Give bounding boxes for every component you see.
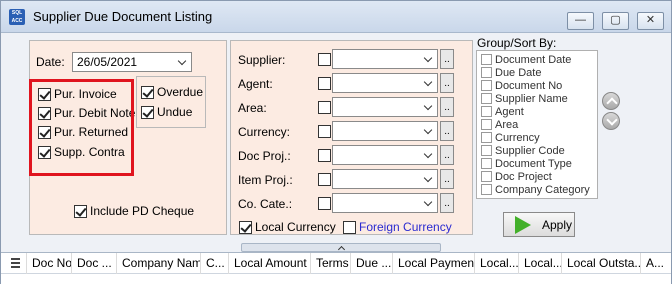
- chevron-down-icon: [424, 50, 434, 68]
- column-header-a[interactable]: A...: [641, 253, 671, 275]
- column-header-local-2[interactable]: Local...: [519, 253, 562, 275]
- area-checkbox[interactable]: [318, 101, 331, 114]
- doc-proj-label: Doc Proj.:: [238, 149, 291, 163]
- undue-checkbox[interactable]: [141, 106, 154, 119]
- list-item[interactable]: Doc Project: [481, 171, 552, 184]
- list-item[interactable]: Currency: [481, 132, 540, 145]
- list-item[interactable]: Agent: [481, 106, 524, 119]
- play-icon: [515, 216, 531, 234]
- agent-checkbox[interactable]: [318, 77, 331, 90]
- undue-label: Undue: [157, 105, 193, 119]
- chevron-down-icon: [424, 74, 434, 92]
- list-item[interactable]: Area: [481, 119, 518, 132]
- currency-browse-button[interactable]: ..: [440, 121, 454, 141]
- menu-lines-icon: [11, 258, 20, 268]
- supplier-browse-button[interactable]: ..: [440, 49, 454, 69]
- currency-label: Currency:: [238, 125, 291, 139]
- column-header-currency[interactable]: C...: [201, 253, 229, 275]
- agent-browse-button[interactable]: ..: [440, 73, 454, 93]
- group-sort-title: Group/Sort By:: [477, 36, 557, 50]
- doc-proj-checkbox[interactable]: [318, 149, 331, 162]
- include-pd-cheque-label: Include PD Cheque: [90, 204, 195, 218]
- chevron-down-icon: [424, 170, 434, 188]
- item-proj-label: Item Proj.:: [238, 173, 293, 187]
- include-pd-cheque-checkbox[interactable]: [74, 205, 87, 218]
- doc-proj-select[interactable]: [332, 145, 438, 165]
- collapse-splitter-handle[interactable]: [241, 243, 441, 252]
- filter-area: Date: 26/05/2021 Pur. Invoice Pur. Debit…: [11, 34, 663, 244]
- currency-checkbox[interactable]: [318, 125, 331, 138]
- area-select[interactable]: [332, 97, 438, 117]
- co-cate-select[interactable]: [332, 193, 438, 213]
- list-item[interactable]: Document Type: [481, 158, 572, 171]
- overdue-label: Overdue: [157, 85, 204, 99]
- column-header-local-outstanding[interactable]: Local Outsta...: [562, 253, 641, 275]
- currency-select[interactable]: [332, 121, 438, 141]
- overdue-checkbox[interactable]: [141, 86, 154, 99]
- list-item[interactable]: Company Category: [481, 184, 590, 197]
- local-currency-label: Local Currency: [255, 220, 336, 234]
- supplier-due-document-listing-window: SQL ACC Supplier Due Document Listing — …: [0, 0, 672, 284]
- column-chooser-button[interactable]: [1, 253, 27, 275]
- supplier-label: Supplier:: [238, 53, 286, 67]
- grid-body[interactable]: [1, 274, 671, 284]
- column-header-doc-no[interactable]: Doc No: [27, 253, 72, 275]
- area-browse-button[interactable]: ..: [440, 97, 454, 117]
- item-proj-checkbox[interactable]: [318, 173, 331, 186]
- doc-proj-browse-button[interactable]: ..: [440, 145, 454, 165]
- apply-button[interactable]: Apply: [503, 212, 575, 237]
- due-status-group: [136, 76, 206, 128]
- arrow-up-icon[interactable]: [602, 92, 620, 110]
- foreign-currency-label: Foreign Currency: [359, 220, 452, 234]
- doc-type-highlight: [29, 79, 134, 176]
- close-button[interactable]: ✕: [637, 12, 664, 30]
- co-cate-browse-button[interactable]: ..: [440, 193, 454, 213]
- column-header-doc-date[interactable]: Doc ...: [72, 253, 117, 275]
- chevron-down-icon: [424, 122, 434, 140]
- foreign-currency-checkbox[interactable]: [343, 221, 356, 234]
- co-cate-checkbox[interactable]: [318, 197, 331, 210]
- column-header-local-amount[interactable]: Local Amount: [229, 253, 311, 275]
- list-item[interactable]: Supplier Name: [481, 93, 568, 106]
- app-logo-icon: SQL ACC: [9, 9, 25, 25]
- chevron-down-icon: [424, 98, 434, 116]
- maximize-button[interactable]: ▢: [602, 12, 629, 30]
- grid-header: Doc No Doc ... Company Name C... Local A…: [1, 252, 671, 275]
- minimize-button[interactable]: —: [567, 12, 594, 30]
- date-picker[interactable]: 26/05/2021: [72, 52, 192, 72]
- chevron-down-icon: [178, 53, 188, 71]
- item-proj-browse-button[interactable]: ..: [440, 169, 454, 189]
- column-header-due-date[interactable]: Due ...: [351, 253, 393, 275]
- co-cate-label: Co. Cate.:: [238, 197, 293, 211]
- arrow-down-icon[interactable]: [602, 112, 620, 130]
- list-item[interactable]: Due Date: [481, 67, 541, 80]
- supplier-select[interactable]: [332, 49, 438, 69]
- column-header-company-name[interactable]: Company Name: [117, 253, 201, 275]
- supplier-checkbox[interactable]: [318, 53, 331, 66]
- chevron-down-icon: [424, 146, 434, 164]
- window-title: Supplier Due Document Listing: [33, 9, 213, 24]
- column-header-local-payment[interactable]: Local Payment: [393, 253, 475, 275]
- list-item[interactable]: Document Date: [481, 54, 571, 67]
- criteria-panel: Supplier: .. Agent: .. Area: .. Currency…: [230, 40, 473, 235]
- agent-label: Agent:: [238, 77, 273, 91]
- column-header-local-1[interactable]: Local...: [475, 253, 519, 275]
- title-bar: SQL ACC Supplier Due Document Listing — …: [1, 1, 671, 33]
- date-label: Date:: [36, 55, 65, 69]
- group-sort-list[interactable]: Document Date Due Date Document No Suppl…: [476, 50, 598, 199]
- local-currency-checkbox[interactable]: [239, 221, 252, 234]
- item-proj-select[interactable]: [332, 169, 438, 189]
- column-header-terms[interactable]: Terms: [311, 253, 351, 275]
- area-label: Area:: [238, 101, 267, 115]
- list-item[interactable]: Document No: [481, 80, 562, 93]
- list-item[interactable]: Supplier Code: [481, 145, 565, 158]
- agent-select[interactable]: [332, 73, 438, 93]
- chevron-down-icon: [424, 194, 434, 212]
